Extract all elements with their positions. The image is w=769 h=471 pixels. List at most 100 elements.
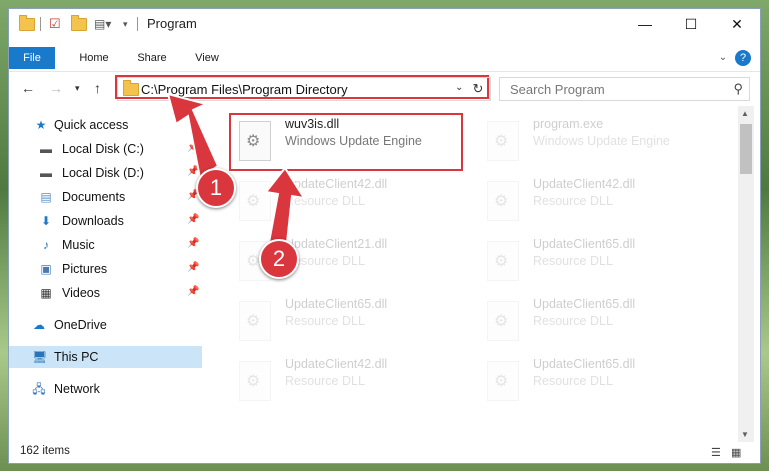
sidebar-item-documents[interactable]: ▤ Documents 📌	[9, 186, 202, 208]
file-name: UpdateClient42.dll	[285, 177, 388, 191]
dll-file-icon	[239, 301, 271, 341]
file-name: UpdateClient65.dll	[533, 297, 636, 311]
sidebar-item-this-pc[interactable]: 🖥 This PC	[9, 346, 202, 368]
sidebar-item-local-disk-d[interactable]: ▬ Local Disk (D:) 📌	[9, 162, 202, 184]
navigation-pane: ★ Quick access ▬ Local Disk (C:) 📌 ▬ Loc…	[9, 109, 202, 439]
file-tile[interactable]: UpdateClient42.dll Resource DLL	[229, 173, 459, 229]
sidebar-item-label: Videos	[62, 286, 100, 300]
dll-file-icon	[487, 241, 519, 281]
sidebar-item-label: Documents	[62, 190, 126, 204]
navigation-bar: ← → ▾ ↑ C:\Program Files\Program Directo…	[9, 71, 760, 104]
drive-icon: ▬	[40, 142, 52, 156]
file-tile[interactable]: UpdateClient65.dll Resource DLL	[477, 233, 707, 289]
close-button[interactable]: ✕	[714, 9, 760, 39]
pin-icon: 📌	[187, 262, 200, 273]
file-description: Resource DLL	[533, 374, 613, 388]
pin-icon: 📌	[187, 286, 200, 297]
sidebar-item-network[interactable]: 🖧 Network	[9, 378, 202, 400]
separator	[40, 16, 41, 32]
sidebar-item-label: Downloads	[62, 214, 124, 228]
sidebar-item-label: Local Disk (C:)	[62, 142, 144, 156]
sidebar-item-onedrive[interactable]: ☁ OneDrive	[9, 314, 202, 336]
window-title: Program	[147, 16, 197, 31]
title-separator	[137, 16, 138, 32]
file-description: Resource DLL	[285, 374, 365, 388]
sidebar-item-label: Network	[54, 382, 100, 396]
exe-file-icon	[487, 121, 519, 161]
scroll-down-icon[interactable]: ▼	[741, 430, 749, 439]
sidebar-item-label: Pictures	[62, 262, 108, 276]
network-icon: 🖧	[32, 382, 46, 396]
file-tile[interactable]: UpdateClient65.dll Resource DLL	[229, 293, 459, 349]
sidebar-item-label: Music	[62, 238, 95, 252]
dll-file-icon	[487, 301, 519, 341]
pin-icon: 📌	[187, 142, 200, 153]
explorer-window: ☑ ▤▾ ▾ Program — ☐ ✕ File Home Share Vie…	[9, 9, 760, 463]
sidebar-item-label: OneDrive	[54, 318, 107, 332]
properties-icon[interactable]: ☑	[49, 16, 61, 32]
address-highlight-box	[115, 75, 489, 99]
file-description: Resource DLL	[285, 314, 365, 328]
file-tile[interactable]: UpdateClient65.dll Resource DLL	[477, 353, 707, 409]
computer-icon: 🖥	[32, 350, 48, 364]
ribbon-expand-icon[interactable]: ⌄	[714, 47, 732, 69]
status-bar: 162 items ☰ ▦	[9, 441, 760, 463]
sidebar-item-local-disk-c[interactable]: ▬ Local Disk (C:) 📌	[9, 138, 202, 160]
vertical-scrollbar[interactable]: ▲ ▼	[738, 106, 754, 442]
back-arrow-icon[interactable]: ←	[21, 80, 35, 96]
file-name: UpdateClient42.dll	[533, 177, 636, 191]
quick-access-dropdown-icon[interactable]: ▾	[123, 16, 128, 32]
forward-arrow-icon[interactable]: →	[49, 80, 63, 96]
dll-file-icon	[239, 181, 271, 221]
maximize-button[interactable]: ☐	[668, 9, 714, 39]
minimize-button[interactable]: —	[622, 9, 668, 39]
file-highlight-box	[229, 113, 463, 171]
search-icon[interactable]: ⚲	[733, 81, 743, 97]
help-icon[interactable]: ?	[735, 50, 751, 66]
scrollbar-thumb[interactable]	[740, 124, 752, 174]
details-view-icon[interactable]: ☰	[711, 446, 725, 459]
file-description: Windows Update Engine	[533, 134, 670, 148]
file-name: program.exe	[533, 117, 604, 131]
customize-icon[interactable]: ▤▾	[94, 16, 111, 32]
file-name: UpdateClient65.dll	[533, 237, 636, 251]
step-2-callout: 2	[259, 239, 299, 279]
file-tile[interactable]: UpdateClient42.dll Resource DLL	[477, 173, 707, 229]
new-folder-icon[interactable]	[71, 14, 87, 32]
item-count: 162 items	[20, 445, 70, 457]
refresh-icon[interactable]: ↻	[467, 77, 490, 101]
pin-icon: 📌	[187, 214, 200, 225]
cloud-icon: ☁	[33, 318, 45, 332]
dll-file-icon	[487, 181, 519, 221]
file-tile[interactable]: UpdateClient42.dll Resource DLL	[229, 353, 459, 409]
file-name: UpdateClient65.dll	[285, 297, 388, 311]
search-placeholder: Search Program	[510, 82, 605, 97]
pin-icon: 📌	[187, 238, 200, 249]
file-tile[interactable]: UpdateClient65.dll Resource DLL	[477, 293, 707, 349]
sidebar-item-videos[interactable]: ▦ Videos 📌	[9, 282, 202, 304]
file-description: Resource DLL	[285, 194, 365, 208]
scroll-up-icon[interactable]: ▲	[741, 109, 749, 118]
star-icon: ★	[35, 118, 47, 132]
title-bar: ☑ ▤▾ ▾ Program — ☐ ✕	[9, 9, 760, 39]
download-icon: ⬇	[40, 214, 52, 228]
tab-share[interactable]: Share	[130, 47, 174, 69]
pin-icon: 📌	[187, 166, 200, 177]
sidebar-item-music[interactable]: ♪ Music 📌	[9, 234, 202, 256]
search-input[interactable]: Search Program ⚲	[499, 77, 750, 101]
dll-file-icon	[487, 361, 519, 401]
large-icons-view-icon[interactable]: ▦	[731, 446, 745, 459]
file-description: Resource DLL	[533, 314, 613, 328]
file-tile-program-exe[interactable]: program.exe Windows Update Engine	[477, 113, 707, 169]
sidebar-item-label: Local Disk (D:)	[62, 166, 144, 180]
music-icon: ♪	[43, 238, 49, 252]
sidebar-item-downloads[interactable]: ⬇ Downloads 📌	[9, 210, 202, 232]
tab-home[interactable]: Home	[71, 47, 117, 69]
tab-view[interactable]: View	[187, 47, 227, 69]
sidebar-item-quick-access[interactable]: ★ Quick access	[9, 114, 202, 136]
recent-locations-icon[interactable]: ▾	[75, 83, 80, 94]
up-arrow-icon[interactable]: ↑	[94, 80, 101, 96]
tab-file[interactable]: File	[9, 47, 55, 69]
ribbon-tabs: File Home Share View ⌄ ?	[9, 47, 760, 69]
sidebar-item-pictures[interactable]: ▣ Pictures 📌	[9, 258, 202, 280]
